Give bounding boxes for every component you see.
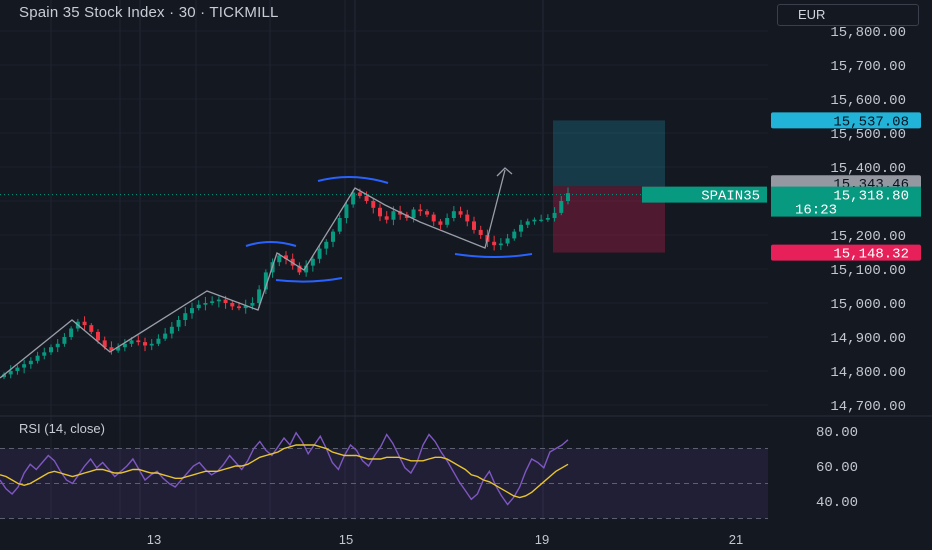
candle-body[interactable] (143, 342, 147, 346)
candle-body[interactable] (250, 303, 255, 306)
candle-body[interactable] (237, 306, 241, 309)
candle-body[interactable] (82, 321, 87, 326)
candle-body[interactable] (203, 303, 208, 305)
candle-body[interactable] (532, 219, 537, 222)
right-shoulder-bottom-arc[interactable] (454, 253, 533, 258)
candle-body[interactable] (552, 212, 557, 218)
candle-body[interactable] (176, 320, 181, 327)
candle-body[interactable] (431, 214, 436, 222)
y-axis-tick: 15,600.00 (830, 93, 906, 109)
target-price-label: 15,537.08 (833, 114, 909, 130)
chart-canvas[interactable]: 15,800.0015,700.0015,600.0015,500.0015,4… (0, 0, 932, 550)
stop-price-label: 15,148.32 (833, 247, 909, 263)
candle-body[interactable] (230, 303, 235, 307)
x-axis-tick: 15 (339, 532, 353, 547)
x-axis-tick: 13 (147, 532, 161, 547)
candle-body[interactable] (525, 221, 530, 225)
candle-body[interactable] (465, 214, 470, 222)
y-axis-tick: 14,800.00 (830, 365, 906, 381)
rsi-label: RSI (14, close) (19, 421, 105, 436)
candle-body[interactable] (49, 347, 53, 353)
candle-body[interactable] (69, 328, 74, 338)
candle-body[interactable] (15, 367, 20, 371)
y-axis-tick: 15,700.00 (830, 59, 906, 75)
candle-body[interactable] (28, 360, 33, 365)
y-axis-tick: 14,900.00 (830, 331, 906, 347)
candle-body[interactable] (337, 218, 342, 232)
rsi-axis-tick: 60.00 (816, 460, 858, 476)
candle-body[interactable] (344, 204, 349, 218)
currency-selector[interactable]: EUR (777, 4, 919, 26)
candle-body[interactable] (96, 331, 100, 341)
candle-body[interactable] (539, 219, 544, 221)
candle-body[interactable] (55, 343, 60, 348)
candle-body[interactable] (35, 355, 40, 361)
candle-body[interactable] (196, 304, 201, 309)
candle-body[interactable] (378, 207, 382, 217)
candle-body[interactable] (42, 352, 47, 356)
candle-body[interactable] (411, 209, 416, 219)
y-axis-tick: 15,200.00 (830, 229, 906, 245)
candle-body[interactable] (498, 243, 503, 246)
candle-body[interactable] (519, 224, 523, 232)
left-shoulder-bottom-arc[interactable] (275, 277, 343, 283)
candle-body[interactable] (425, 211, 429, 215)
candle-body[interactable] (216, 299, 221, 302)
y-axis-tick: 15,000.00 (830, 297, 906, 313)
candle-body[interactable] (149, 343, 154, 346)
head-top-arc[interactable] (317, 175, 389, 184)
x-axis-tick: 19 (535, 532, 549, 547)
symbol-tag[interactable]: SPAIN35 (701, 189, 760, 205)
candle-body[interactable] (566, 193, 570, 201)
candle-body[interactable] (391, 211, 396, 220)
candle-body[interactable] (331, 231, 335, 242)
candle-body[interactable] (122, 343, 127, 348)
candle-body[interactable] (210, 301, 215, 303)
candle-body[interactable] (512, 231, 517, 239)
chart-title: Spain 35 Stock Index · 30 · TICKMILL (19, 4, 279, 21)
x-axis-tick: 21 (729, 532, 743, 547)
current-price-label: 15,318.80 (833, 189, 909, 205)
candle-body[interactable] (22, 364, 27, 368)
candle-body[interactable] (492, 241, 497, 246)
candle-body[interactable] (324, 241, 329, 249)
countdown-label: 16:23 (795, 203, 837, 219)
candle-body[interactable] (472, 221, 476, 230)
candle-body[interactable] (89, 325, 94, 332)
candle-body[interactable] (163, 333, 168, 339)
candle-body[interactable] (371, 201, 376, 208)
target-zone[interactable] (553, 120, 665, 187)
candle-body[interactable] (559, 201, 564, 213)
candle-body[interactable] (190, 308, 194, 314)
rsi-axis-tick: 80.00 (816, 425, 858, 441)
candle-body[interactable] (364, 195, 369, 201)
candle-body[interactable] (438, 221, 443, 225)
candle-body[interactable] (478, 229, 483, 235)
candle-body[interactable] (136, 340, 141, 343)
candle-body[interactable] (545, 218, 550, 220)
y-axis-tick: 15,100.00 (830, 263, 906, 279)
candle-body[interactable] (451, 211, 456, 218)
candle-body[interactable] (384, 216, 389, 220)
candle-body[interactable] (62, 337, 67, 344)
candle-body[interactable] (317, 248, 322, 259)
candle-body[interactable] (505, 238, 510, 244)
candle-body[interactable] (277, 255, 282, 263)
candle-body[interactable] (183, 313, 188, 320)
candle-body[interactable] (169, 326, 174, 334)
candle-body[interactable] (418, 209, 423, 212)
candle-body[interactable] (156, 338, 161, 344)
candle-body[interactable] (8, 371, 13, 375)
candle-body[interactable] (445, 218, 450, 225)
y-axis-tick: 14,700.00 (830, 399, 906, 415)
candle-body[interactable] (310, 258, 315, 266)
left-shoulder-top-arc[interactable] (245, 241, 297, 247)
y-axis-tick: 15,400.00 (830, 161, 906, 177)
candle-body[interactable] (223, 299, 228, 303)
candle-body[interactable] (357, 192, 362, 196)
candle-body[interactable] (458, 211, 463, 215)
y-axis-tick: 15,800.00 (830, 25, 906, 41)
candle-body[interactable] (129, 340, 134, 344)
rsi-axis-tick: 40.00 (816, 495, 858, 511)
